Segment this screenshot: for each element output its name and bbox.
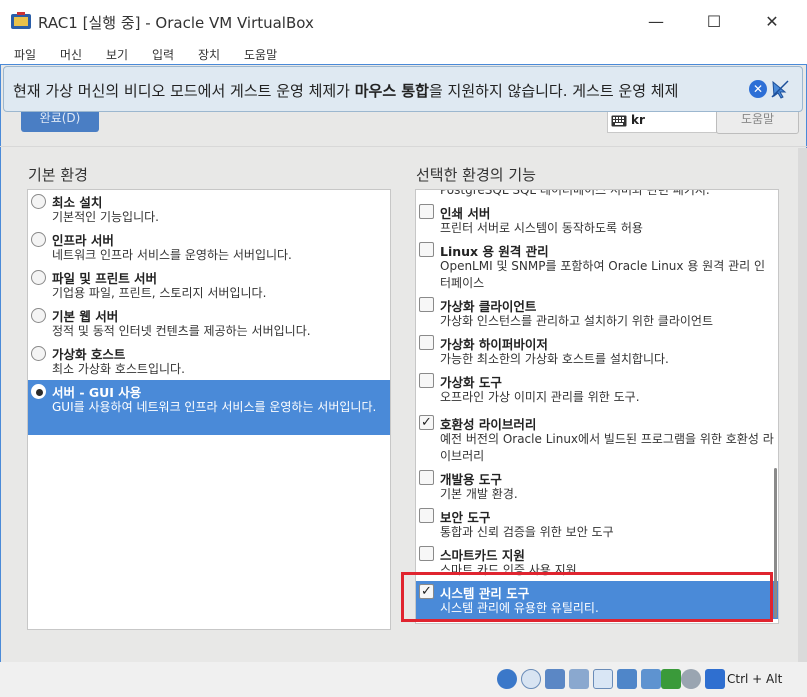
usb-icon[interactable] bbox=[593, 669, 613, 689]
mouse-pointer-icon[interactable] bbox=[770, 79, 790, 99]
addon-list: PostgreSQL SQL 데이터베이스 서버와 관련 패키지. 인쇄 서버 … bbox=[415, 189, 779, 624]
virtualbox-app-icon bbox=[11, 12, 31, 29]
addon-item[interactable]: 인쇄 서버 프린터 서버로 시스템이 동작하도록 허용 bbox=[416, 201, 778, 239]
radio-button-checked[interactable] bbox=[31, 384, 46, 399]
environment-desc: GUI를 사용하여 네트워크 인프라 서비스를 운영하는 서버입니다. bbox=[52, 400, 377, 414]
menu-file[interactable]: 파일 bbox=[14, 46, 36, 63]
addon-item[interactable]: 가상화 도구 오프라인 가상 이미지 관리를 위한 도구. bbox=[416, 370, 778, 408]
menu-machine[interactable]: 머신 bbox=[60, 46, 82, 63]
radio-button[interactable] bbox=[31, 194, 46, 209]
display-icon[interactable] bbox=[641, 669, 661, 689]
optical-drive-icon[interactable] bbox=[497, 669, 517, 689]
menu-devices[interactable]: 장치 bbox=[198, 46, 220, 63]
checkbox[interactable] bbox=[419, 242, 434, 257]
checkbox[interactable] bbox=[419, 373, 434, 388]
checkbox[interactable] bbox=[419, 546, 434, 561]
disk-icon[interactable] bbox=[521, 669, 541, 689]
addon-item[interactable]: 개발용 도구 기본 개발 환경. bbox=[416, 467, 778, 505]
addon-desc: 통합과 신뢰 검증을 위한 보안 도구 bbox=[440, 525, 614, 539]
menu-input[interactable]: 입력 bbox=[152, 46, 174, 63]
addon-desc: 예전 버전의 Oracle Linux에서 빌드된 프로그램을 위한 호환성 라… bbox=[440, 432, 774, 463]
environment-desc: 기업용 파일, 프린트, 스토리지 서버입니다. bbox=[52, 286, 267, 300]
base-environment-heading: 기본 환경 bbox=[28, 166, 88, 184]
environment-item[interactable]: 파일 및 프린트 서버 기업용 파일, 프린트, 스토리지 서버입니다. bbox=[28, 266, 390, 304]
addon-partial-desc: PostgreSQL SQL 데이터베이스 서버와 관련 패키지. bbox=[440, 189, 710, 197]
environment-desc: 기본적인 기능입니다. bbox=[52, 210, 159, 224]
environment-item-selected[interactable]: 서버 - GUI 사용 GUI를 사용하여 네트워크 인프라 서비스를 운영하는… bbox=[28, 380, 390, 435]
addon-item[interactable]: Linux 용 원격 관리 OpenLMI 및 SNMP를 포함하여 Oracl… bbox=[416, 239, 778, 294]
recording-icon[interactable] bbox=[661, 669, 681, 689]
menu-help[interactable]: 도움말 bbox=[244, 46, 277, 63]
notice-close-icon[interactable]: ✕ bbox=[749, 80, 767, 98]
addon-item[interactable]: ✓ 호환성 라이브러리 예전 버전의 Oracle Linux에서 빌드된 프로… bbox=[416, 412, 778, 467]
close-button[interactable]: ✕ bbox=[752, 6, 792, 38]
maximize-button[interactable]: ☐ bbox=[694, 6, 734, 38]
addon-item[interactable]: 가상화 하이퍼바이저 가능한 최소한의 가상화 호스트를 설치합니다. bbox=[416, 332, 778, 370]
radio-button[interactable] bbox=[31, 308, 46, 323]
notice-text: 현재 가상 머신의 비디오 모드에서 게스트 운영 체제가 마우스 통합을 지원… bbox=[13, 80, 678, 101]
notice-text-after: 을 지원하지 않습니다. 게스트 운영 체제 bbox=[428, 82, 679, 100]
checkbox[interactable] bbox=[419, 508, 434, 523]
radio-button[interactable] bbox=[31, 346, 46, 361]
environment-desc: 정적 및 동적 인터넷 컨텐츠를 제공하는 서버입니다. bbox=[52, 324, 311, 338]
highlight-annotation bbox=[401, 572, 773, 622]
audio-icon[interactable] bbox=[545, 669, 565, 689]
cpu-icon[interactable] bbox=[681, 669, 701, 689]
checkbox[interactable] bbox=[419, 204, 434, 219]
window-title: RAC1 [실행 중] - Oracle VM VirtualBox bbox=[38, 14, 314, 32]
addons-heading: 선택한 환경의 기능 bbox=[416, 166, 536, 184]
network-icon[interactable] bbox=[569, 669, 589, 689]
checkbox[interactable] bbox=[419, 297, 434, 312]
addon-list-scrollbar[interactable] bbox=[774, 468, 777, 618]
shared-folder-icon[interactable] bbox=[617, 669, 637, 689]
menu-view[interactable]: 보기 bbox=[106, 46, 128, 63]
mouse-integration-icon[interactable] bbox=[705, 669, 725, 689]
environment-list: 최소 설치 기본적인 기능입니다. 인프라 서버 네트워크 인프라 서비스를 운… bbox=[27, 189, 391, 630]
divider bbox=[0, 146, 807, 147]
environment-item[interactable]: 인프라 서버 네트워크 인프라 서비스를 운영하는 서버입니다. bbox=[28, 228, 390, 266]
checkbox-checked[interactable]: ✓ bbox=[419, 415, 434, 430]
environment-desc: 최소 가상화 호스트입니다. bbox=[52, 362, 185, 376]
addon-desc: 가능한 최소한의 가상화 호스트를 설치합니다. bbox=[440, 352, 669, 366]
radio-button[interactable] bbox=[31, 270, 46, 285]
checkbox[interactable] bbox=[419, 470, 434, 485]
environment-item[interactable]: 최소 설치 기본적인 기능입니다. bbox=[28, 190, 390, 228]
notice-text-bold: 마우스 통합 bbox=[354, 82, 429, 100]
notice-text-before: 현재 가상 머신의 비디오 모드에서 게스트 운영 체제가 bbox=[13, 82, 355, 100]
guest-right-edge bbox=[798, 148, 807, 662]
addon-desc: 오프라인 가상 이미지 관리를 위한 도구. bbox=[440, 390, 640, 404]
host-key-label: Ctrl + Alt bbox=[727, 672, 783, 686]
addon-desc: 프린터 서버로 시스템이 동작하도록 허용 bbox=[440, 221, 643, 235]
addon-desc: 기본 개발 환경. bbox=[440, 487, 518, 501]
radio-button[interactable] bbox=[31, 232, 46, 247]
addon-desc: OpenLMI 및 SNMP를 포함하여 Oracle Linux 용 원격 관… bbox=[440, 259, 766, 290]
keyboard-icon bbox=[611, 115, 627, 127]
environment-item[interactable]: 가상화 호스트 최소 가상화 호스트입니다. bbox=[28, 342, 390, 380]
addon-item[interactable]: 보안 도구 통합과 신뢰 검증을 위한 보안 도구 bbox=[416, 505, 778, 543]
keyboard-layout-label: kr bbox=[631, 113, 645, 127]
environment-item[interactable]: 기본 웹 서버 정적 및 동적 인터넷 컨텐츠를 제공하는 서버입니다. bbox=[28, 304, 390, 342]
checkbox[interactable] bbox=[419, 335, 434, 350]
minimize-button[interactable]: — bbox=[636, 6, 676, 38]
addon-item[interactable]: 가상화 클라이언트 가상화 인스턴스를 관리하고 설치하기 위한 클라이언트 bbox=[416, 294, 778, 332]
addon-desc: 가상화 인스턴스를 관리하고 설치하기 위한 클라이언트 bbox=[440, 314, 713, 328]
environment-desc: 네트워크 인프라 서비스를 운영하는 서버입니다. bbox=[52, 248, 292, 262]
